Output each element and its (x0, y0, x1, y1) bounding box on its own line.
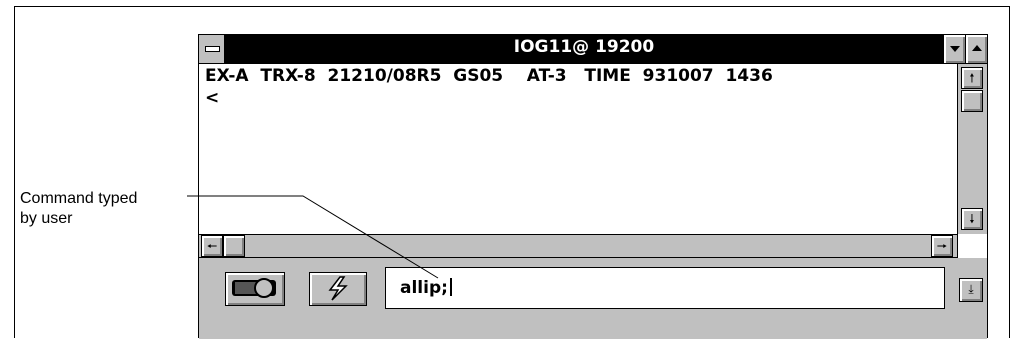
annotation-line-1: Command typed (20, 190, 138, 207)
output-line: < (205, 88, 220, 108)
command-input-value: allip; (400, 278, 448, 298)
history-down-icon[interactable]: ⤓ (959, 278, 983, 302)
output-area: EX-A TRX-8 21210/08R5 GS05 AT-3 TIME 931… (199, 64, 957, 234)
title-bar-fill: IOG11@ 19200 (225, 35, 943, 63)
title-bar: IOG11@ 19200 (199, 35, 987, 64)
scroll-down-icon[interactable]: 🠗 (961, 208, 983, 230)
output-line: EX-A TRX-8 21210/08R5 GS05 AT-3 TIME 931… (205, 66, 773, 86)
horizontal-scrollbar[interactable]: 🠔 🠖 (199, 234, 957, 258)
scrollbar-corner (957, 234, 987, 258)
maximize-icon[interactable] (965, 35, 987, 63)
scroll-up-icon[interactable]: 🠕 (961, 67, 983, 89)
command-input[interactable]: allip; (385, 267, 945, 309)
text-caret (449, 278, 452, 296)
command-toolbar: allip; ⤓ (199, 258, 987, 339)
vertical-scrollbar[interactable]: 🠕 🠗 (957, 64, 987, 234)
minimize-icon[interactable] (943, 35, 965, 63)
window-title: IOG11@ 19200 (513, 37, 655, 57)
connect-toggle-button[interactable] (225, 272, 285, 306)
terminal-window: IOG11@ 19200 EX-A TRX-8 21210/08R5 GS05 … (198, 34, 988, 339)
scroll-right-icon[interactable]: 🠖 (931, 235, 953, 257)
horizontal-scroll-thumb[interactable] (223, 235, 245, 257)
annotation-line-2: by user (20, 210, 73, 227)
system-menu-icon[interactable] (199, 35, 225, 63)
scroll-left-icon[interactable]: 🠔 (201, 235, 223, 257)
vertical-scroll-thumb[interactable] (961, 90, 983, 112)
annotation-label: Command typed by user (20, 189, 137, 229)
lightning-icon (328, 276, 348, 301)
break-button[interactable] (309, 272, 367, 306)
connect-toggle-icon (232, 278, 276, 298)
